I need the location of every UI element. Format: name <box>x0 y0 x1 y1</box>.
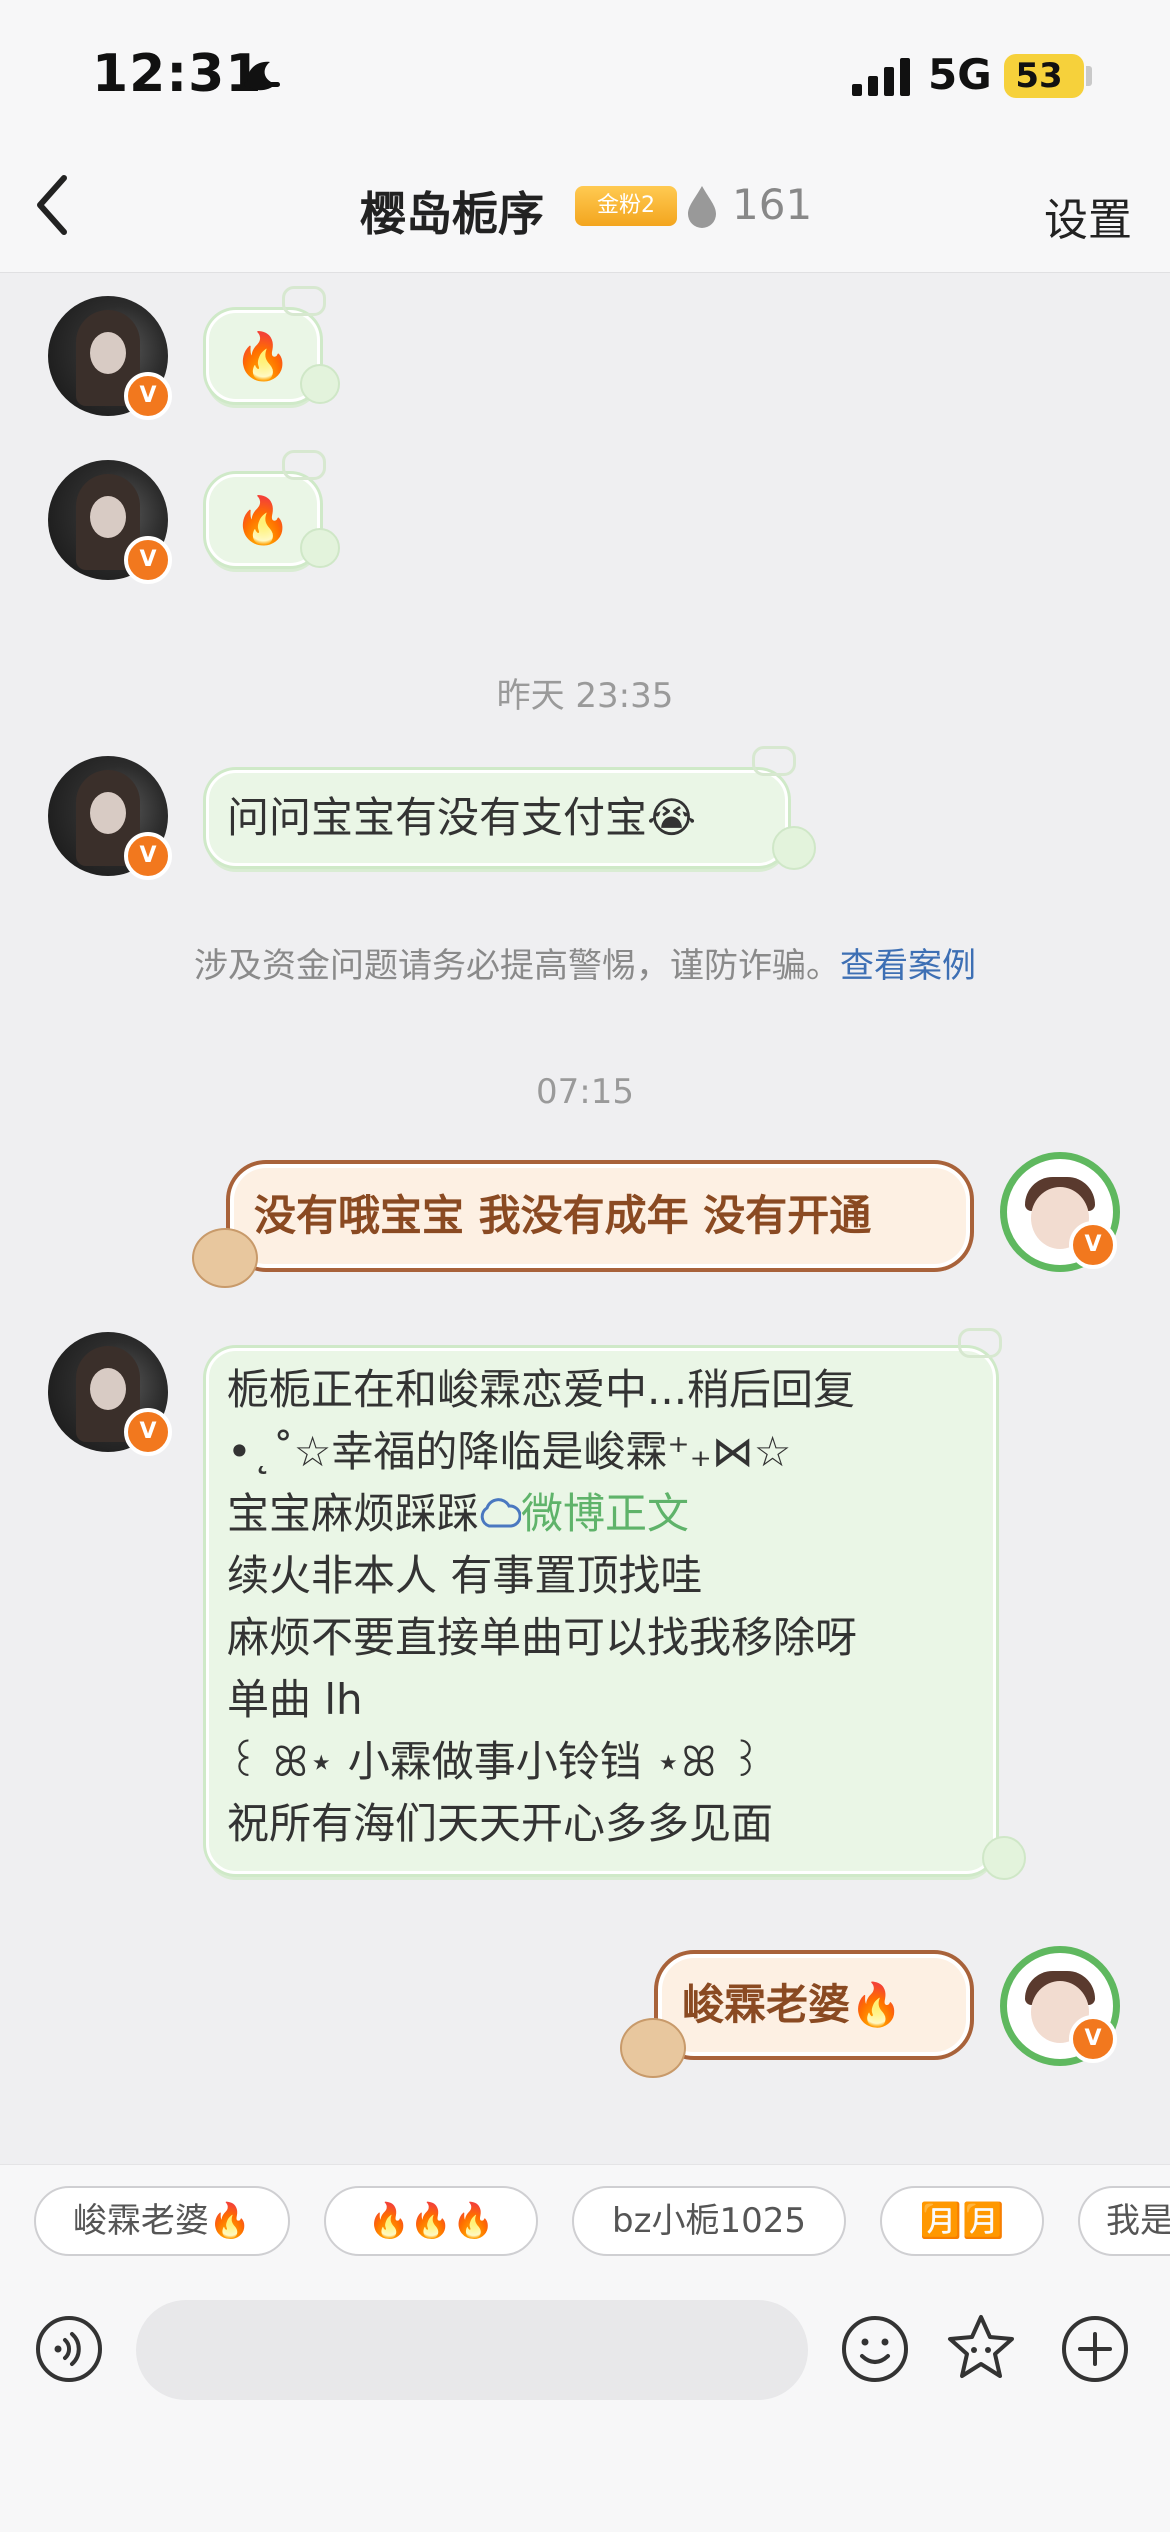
quick-reply-chip[interactable]: 峻霖老婆🔥 <box>34 2186 290 2256</box>
auto-reply-line-with-link: 宝宝麻烦踩踩 微博正文 <box>227 1483 975 1545</box>
verified-badge: V <box>124 1408 172 1456</box>
auto-reply-line: 单曲 lh <box>227 1675 363 1724</box>
bow-decoration <box>282 286 326 316</box>
quick-reply-chip[interactable]: 🔥🔥🔥 <box>324 2186 538 2256</box>
auto-reply-line: 祝所有海们天天开心多多见面 <box>227 1799 774 1848</box>
warning-text: 涉及资金问题请务必提高警惕，谨防诈骗。 <box>194 946 840 986</box>
weibo-link-icon <box>480 1498 522 1528</box>
auto-reply-line: 麻烦不要直接单曲可以找我移除呀 <box>227 1613 858 1662</box>
fire-drop-icon <box>688 186 716 228</box>
contact-avatar[interactable]: V <box>48 756 172 880</box>
my-avatar[interactable]: V <box>1000 1946 1120 2066</box>
apple-decoration <box>300 364 340 404</box>
auto-reply-line: •˛˚☆幸福的降临是峻霖⁺₊⋈☆ <box>227 1427 792 1476</box>
message-text: 没有哦宝宝 我没有成年 没有开通 <box>254 1191 872 1240</box>
auto-reply-line: 续火非本人 有事置顶找哇 <box>227 1551 703 1600</box>
verified-badge: V <box>1069 1221 1117 1269</box>
weibo-post-link[interactable]: 微博正文 <box>521 1489 689 1538</box>
auto-reply-bubble[interactable]: 栀栀正在和峻霖恋爱中...稍后回复 •˛˚☆幸福的降临是峻霖⁺₊⋈☆ 宝宝麻烦踩… <box>206 1348 996 1874</box>
timestamp: 07:15 <box>536 1072 634 1112</box>
verified-badge: V <box>124 372 172 420</box>
chat-title[interactable]: 樱岛栀序 <box>360 178 544 244</box>
status-time: 12:31 <box>92 44 263 104</box>
message-bubble-outgoing[interactable]: 没有哦宝宝 我没有成年 没有开通 <box>226 1160 974 1272</box>
quick-reply-chip[interactable]: 🈷️🈷️ <box>880 2186 1044 2256</box>
plus-icon[interactable] <box>1060 2314 1130 2384</box>
settings-button[interactable]: 设置 <box>1044 184 1132 248</box>
fan-level-badge: 金粉2 <box>575 186 677 226</box>
quick-reply-chip[interactable]: bz小栀1025 <box>572 2186 846 2256</box>
verified-badge: V <box>1069 2015 1117 2063</box>
verified-badge: V <box>124 536 172 584</box>
auto-reply-line: 栀栀正在和峻霖恋爱中...稍后回复 <box>227 1365 856 1414</box>
timestamp: 昨天 23:35 <box>496 676 674 716</box>
apple-decoration <box>982 1836 1026 1880</box>
verified-badge: V <box>124 832 172 880</box>
star-sticker-icon[interactable] <box>946 2312 1016 2382</box>
contact-avatar[interactable]: V <box>48 296 172 420</box>
network-type: 5G <box>928 50 992 99</box>
bow-decoration <box>958 1328 1002 1358</box>
fire-count: 161 <box>732 180 813 229</box>
message-bubble-incoming[interactable]: 问问宝宝有没有支付宝😭 <box>206 770 788 866</box>
back-arrow-icon[interactable] <box>30 170 74 240</box>
fraud-warning: 涉及资金问题请务必提高警惕，谨防诈骗。查看案例 <box>0 938 1170 987</box>
battery-level: 53 <box>1015 56 1063 96</box>
contact-avatar[interactable]: V <box>48 1332 172 1456</box>
signal-icon <box>852 58 910 96</box>
voice-icon[interactable] <box>34 2314 104 2384</box>
quick-reply-chip[interactable]: 我是 <box>1078 2186 1170 2256</box>
bear-decoration <box>620 2018 686 2078</box>
message-text: 问问宝宝有没有支付宝😭 <box>227 793 697 842</box>
auto-reply-line: 宝宝麻烦踩踩 <box>227 1489 480 1538</box>
smiley-icon[interactable] <box>840 2314 910 2384</box>
message-text: 峻霖老婆🔥 <box>682 1980 903 2029</box>
view-case-link[interactable]: 查看案例 <box>840 946 976 986</box>
contact-avatar[interactable]: V <box>48 460 172 584</box>
battery-cap <box>1086 66 1092 86</box>
auto-reply-line: ꒰ ꕤ⋆ 小霖做事小铃铛 ⋆ꕤ ꒱ <box>227 1737 763 1786</box>
bear-decoration <box>192 1228 258 1288</box>
bow-decoration <box>752 746 796 776</box>
my-avatar[interactable]: V <box>1000 1152 1120 1272</box>
message-input[interactable] <box>136 2300 808 2400</box>
apple-decoration <box>300 528 340 568</box>
apple-decoration <box>772 826 816 870</box>
focus-mode-icon <box>244 61 280 91</box>
bow-decoration <box>282 450 326 480</box>
message-bubble-outgoing[interactable]: 峻霖老婆🔥 <box>654 1950 974 2060</box>
